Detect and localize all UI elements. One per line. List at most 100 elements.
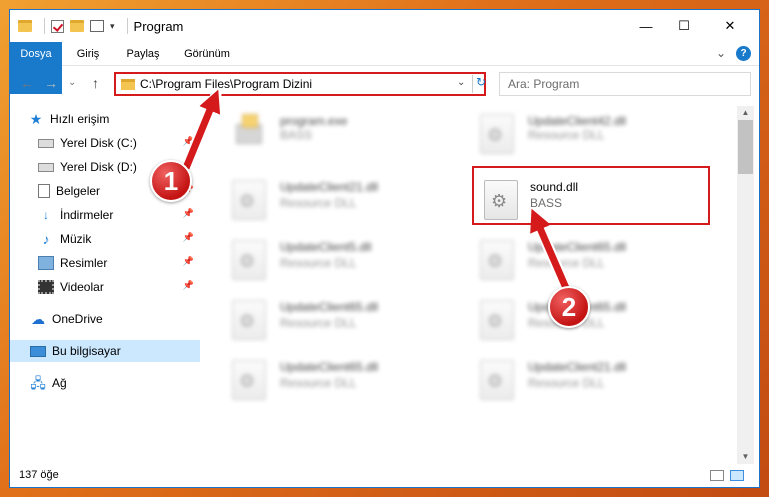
toolbar-dropdown-icon[interactable]: ▾ [110,21,115,32]
exe-file-icon [236,114,266,146]
file-item[interactable]: ⚙ UpdateClient21.dll Resource DLL [460,352,696,404]
pin-icon[interactable]: 📌 [183,208,194,219]
pictures-icon [38,256,54,270]
file-item[interactable]: ⚙ UpdateClient5.dll Resource DLL [212,232,448,284]
file-item[interactable]: ⚙ UpdateClient21.dll Resource DLL [212,172,448,224]
sidebar-item-label: Yerel Disk (C:) [60,136,137,150]
large-icons-view-icon[interactable] [730,470,744,481]
file-item[interactable]: ⚙ UpdateClient65.dll Resource DLL [212,292,448,344]
maximize-button[interactable]: ☐ [661,10,707,42]
dll-file-icon: ⚙ [232,360,266,400]
file-description: Resource DLL [528,128,605,142]
file-name: UpdateClient21.dll [528,360,627,374]
address-path[interactable]: C:\Program Files\Program Dizini [140,77,312,91]
file-name: UpdateClient65.dll [280,300,379,314]
dll-file-icon: ⚙ [232,180,266,220]
ribbon-tabs: Dosya Giriş Paylaş Görünüm ⌄ ? [10,42,759,94]
file-list-pane: program.exe BASS ⚙ UpdateClient42.dll Re… [212,106,737,464]
folder-icon [18,20,32,32]
search-placeholder[interactable]: Ara: Program [508,77,579,91]
address-bar[interactable]: C:\Program Files\Program Dizini ⌄ ↻ [114,72,486,96]
sidebar-item-music[interactable]: ♪ Müzik 📌 [10,228,200,250]
file-description: Resource DLL [280,256,357,270]
file-description: Resource DLL [280,316,357,330]
scroll-thumb[interactable] [738,120,753,174]
dll-file-icon: ⚙ [480,360,514,400]
dll-file-icon: ⚙ [480,114,514,154]
sidebar-item-downloads[interactable]: ↓ İndirmeler 📌 [10,204,200,226]
search-box[interactable]: Ara: Program [499,72,751,96]
tab-view[interactable]: Görünüm [176,42,238,66]
file-item[interactable]: ⚙ UpdateClient42.dll Resource DLL [460,110,696,162]
file-name: UpdateClient65.dll [528,240,627,254]
help-icon[interactable]: ? [736,46,751,61]
scroll-down-icon[interactable]: ▼ [737,450,754,464]
sidebar-item-label: İndirmeler [60,208,114,222]
dll-file-icon: ⚙ [480,300,514,340]
videos-icon [38,280,54,294]
recent-locations-icon[interactable]: ⌄ [68,77,76,88]
title-separator [126,18,128,34]
title-bar: ▾ Program — ☐ ✕ [10,10,759,42]
file-description: Resource DLL [280,196,357,210]
status-bar: 137 öğe [10,465,759,487]
sidebar-item-local-disk-c[interactable]: Yerel Disk (C:) 📌 [10,132,200,154]
file-explorer-window: ▾ Program — ☐ ✕ Dosya Giriş Paylaş Görün… [9,9,760,488]
dll-file-icon: ⚙ [232,240,266,280]
forward-arrow-icon[interactable]: → [44,75,58,91]
pin-icon[interactable]: 📌 [183,256,194,267]
sidebar-item-label: Bu bilgisayar [52,344,121,358]
up-arrow-icon[interactable]: ↑ [92,75,99,91]
file-name: UpdateClient5.dll [280,240,372,254]
vertical-scrollbar[interactable]: ▲ ▼ [737,106,754,464]
quick-access-toolbar: ▾ Program [18,18,183,34]
drive-icon [38,138,54,148]
star-icon: ★ [29,111,43,127]
pin-icon[interactable]: 📌 [183,280,194,291]
scroll-up-icon[interactable]: ▲ [737,106,754,120]
callout-number-1: 1 [150,160,192,202]
pin-icon[interactable]: 📌 [183,136,194,147]
tab-home[interactable]: Giriş [68,42,108,66]
address-dropdown-icon[interactable]: ⌄ [457,77,465,88]
ribbon-collapse-icon[interactable]: ⌄ [716,46,726,60]
sidebar-item-quick-access[interactable]: ★ Hızlı erişim [10,108,200,130]
sidebar-item-videos[interactable]: Videolar 📌 [10,276,200,298]
drive-icon [38,162,54,172]
documents-icon [38,184,50,198]
pin-icon[interactable]: 📌 [183,232,194,243]
file-item[interactable]: ⚙ UpdateClient65.dll Resource DLL [460,232,696,284]
details-view-icon[interactable] [710,470,724,481]
sidebar-item-onedrive[interactable]: ☁ OneDrive [10,308,200,330]
tab-share[interactable]: Paylaş [120,42,166,66]
sidebar-item-label: Ağ [52,376,67,390]
network-icon: 🖧 [30,375,46,391]
onedrive-icon: ☁ [31,311,45,327]
customize-toolbar-icon[interactable] [90,20,104,32]
new-folder-icon[interactable] [70,20,84,32]
file-name: UpdateClient65.dll [280,360,379,374]
dll-file-icon: ⚙ [232,300,266,340]
sidebar-item-label: Yerel Disk (D:) [60,160,137,174]
item-count: 137 öğe [19,469,59,481]
sidebar-item-pictures[interactable]: Resimler 📌 [10,252,200,274]
sidebar-item-label: Belgeler [56,184,101,198]
toolbar-separator [44,18,45,34]
refresh-icon[interactable]: ↻ [472,75,486,93]
sidebar-item-network[interactable]: 🖧 Ağ [10,372,200,394]
callout-number-2: 2 [548,286,590,328]
sidebar-item-this-pc[interactable]: Bu bilgisayar [10,340,200,362]
file-description: BASS [280,128,313,142]
address-folder-icon [121,79,135,90]
file-description: Resource DLL [280,376,357,390]
file-name: program.exe [280,114,348,128]
sidebar-item-label: Resimler [60,256,108,270]
file-item[interactable]: ⚙ UpdateClient65.dll Resource DLL [212,352,448,404]
file-name: UpdateClient42.dll [528,114,627,128]
properties-check-icon[interactable] [51,19,64,33]
back-arrow-icon[interactable]: ← [20,75,34,91]
sidebar-item-label: Müzik [60,232,92,246]
close-button[interactable]: ✕ [707,10,753,42]
file-item[interactable]: program.exe BASS [212,110,448,162]
window-title: Program [133,18,184,34]
